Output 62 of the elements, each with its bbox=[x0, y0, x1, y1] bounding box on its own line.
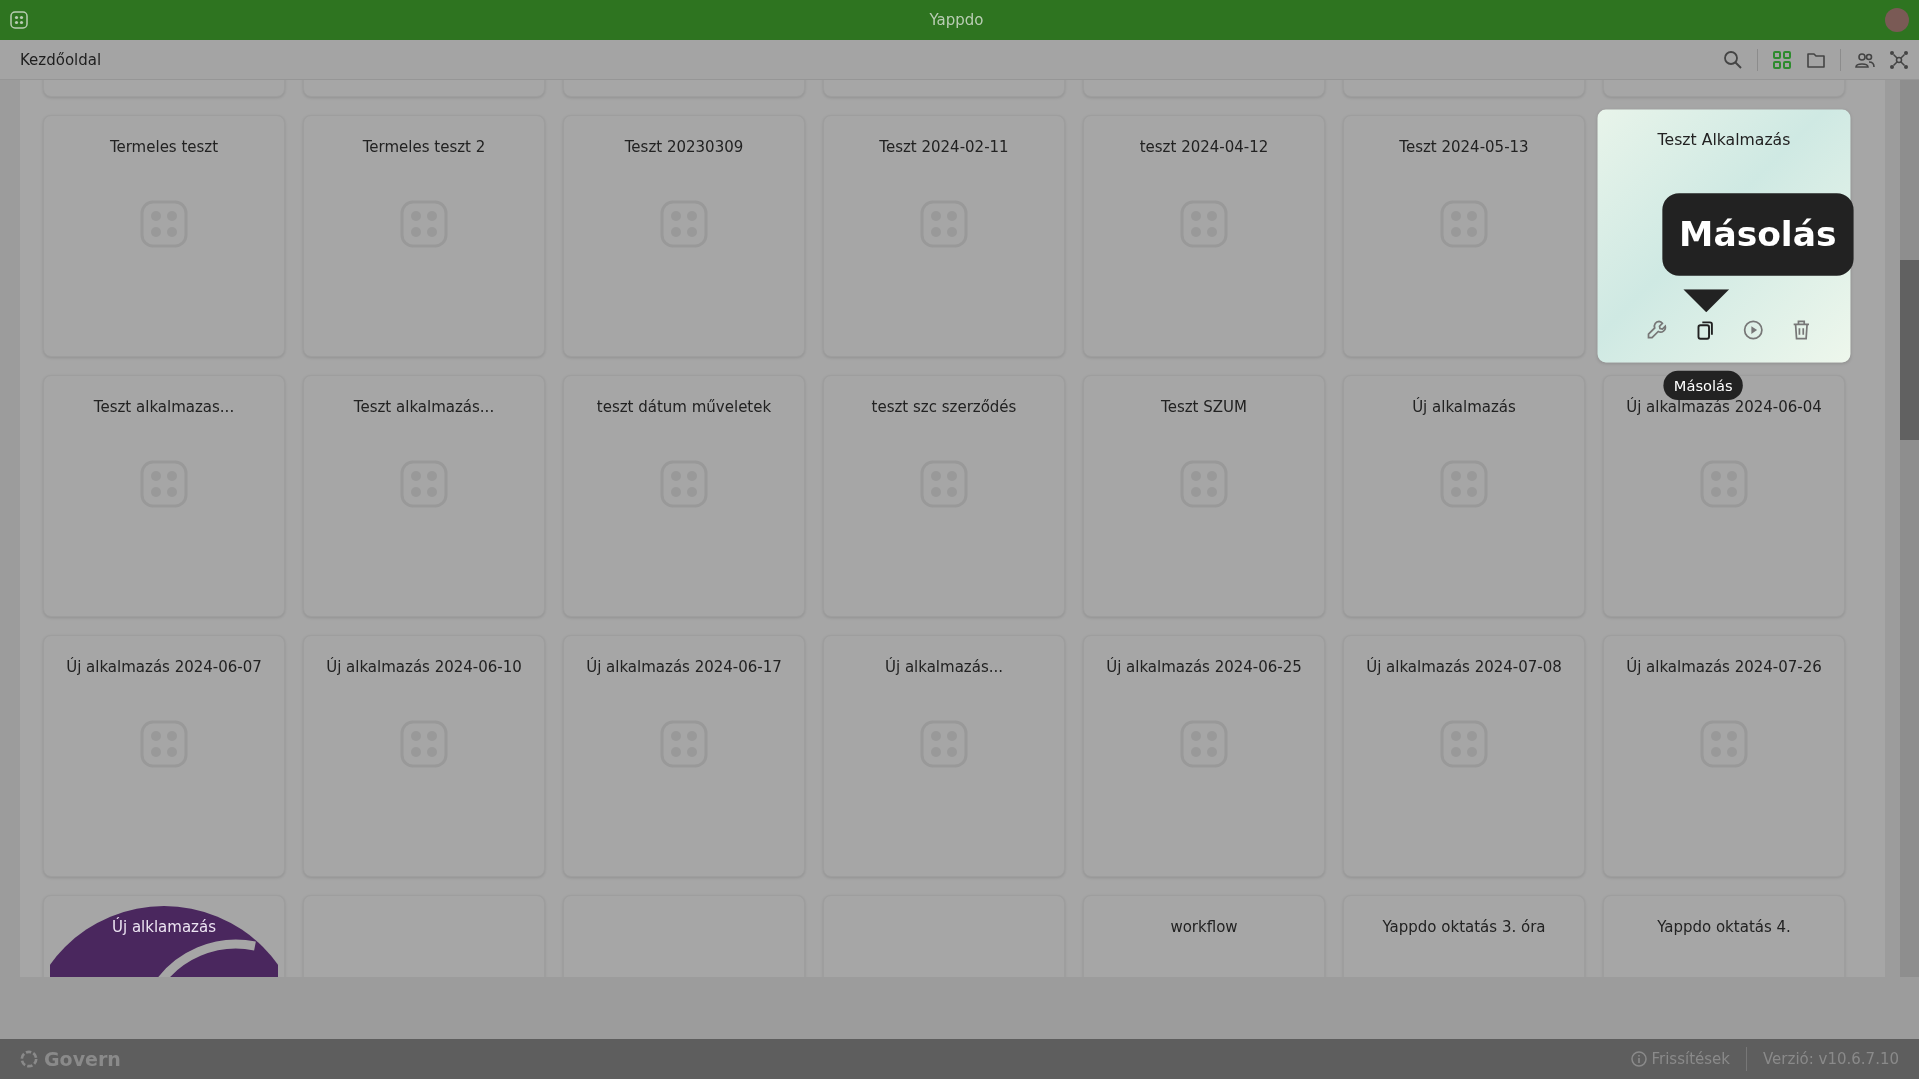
app-title: Új alkalmazás 2024-06-10 bbox=[326, 658, 522, 676]
app-card[interactable]: Teszt SZUM bbox=[1083, 375, 1325, 617]
app-card[interactable]: Új alkalmazás... bbox=[823, 635, 1065, 877]
app-card[interactable]: Teszt 20230309 bbox=[563, 115, 805, 357]
app-title: Teszt SZUM bbox=[1161, 398, 1247, 416]
app-card[interactable]: Termeles teszt 2 bbox=[303, 115, 545, 357]
app-card[interactable]: Yappdo oktatás 3. óra bbox=[1343, 895, 1585, 977]
app-title: Teszt 2024-05-13 bbox=[1399, 138, 1529, 156]
app-title: Új alkalmazás 2024-06-17 bbox=[586, 658, 782, 676]
app-card[interactable]: Yappdo oktatás 4. bbox=[1603, 895, 1845, 977]
play-icon[interactable] bbox=[1741, 318, 1765, 342]
app-card[interactable]: teszt szc szerződés bbox=[823, 375, 1065, 617]
app-title: Új alkalmazás 2024-07-08 bbox=[1366, 658, 1562, 676]
wrench-icon[interactable] bbox=[1645, 318, 1669, 342]
app-menu-icon[interactable] bbox=[10, 11, 28, 29]
app-title: Termeles teszt bbox=[109, 138, 219, 156]
app-card[interactable]: workflow bbox=[1083, 895, 1325, 977]
app-card[interactable]: Új alkalmazás 2024-06-10 bbox=[303, 635, 545, 877]
app-card[interactable]: Termeles teszt bbox=[43, 115, 285, 357]
network-icon[interactable] bbox=[1889, 49, 1909, 70]
app-title: Yappdo oktatás 3. óra bbox=[1382, 918, 1546, 936]
app-card[interactable]: Új alkalmazás 2024-06-25 bbox=[1083, 635, 1325, 877]
app-card[interactable]: teszt dátum műveletek bbox=[563, 375, 805, 617]
info-icon[interactable] bbox=[1630, 1051, 1647, 1067]
app-title: Teszt 2024-02-11 bbox=[879, 138, 1009, 156]
app-title: Teszt Alkalmazás bbox=[1657, 130, 1791, 150]
app-title: Új alkalmazás 2024-06-07 bbox=[66, 658, 262, 676]
app-card[interactable]: Teszt alkalmazás... bbox=[303, 375, 545, 617]
app-card[interactable]: Új alkalmazás bbox=[1343, 375, 1585, 617]
app-card[interactable]: Új alkalmazás 2024-06-07 bbox=[43, 635, 285, 877]
scrollbar[interactable] bbox=[1900, 80, 1919, 977]
app-card[interactable]: Új alklamazás bbox=[43, 895, 285, 977]
app-title: Új alkalmazás... bbox=[884, 658, 1003, 676]
app-card[interactable]: Új alkalmazás 2024-07-26 bbox=[1603, 635, 1845, 877]
window-title: Yappdo bbox=[929, 11, 984, 29]
app-title: Új alkalmazás 2024-06-04 bbox=[1626, 398, 1822, 416]
app-card[interactable]: teszt 2024-04-12 bbox=[1083, 115, 1325, 357]
app-title: Új alkalmazás bbox=[1412, 398, 1516, 416]
app-card[interactable]: Új alkalmazás 2024-07-08 bbox=[1343, 635, 1585, 877]
app-title: Teszt alkalmazás... bbox=[353, 398, 495, 416]
app-card[interactable]: Teszt 2024-05-13 bbox=[1343, 115, 1585, 357]
app-title: workflow bbox=[1170, 918, 1238, 936]
app-title: Új alkalmazás 2024-07-26 bbox=[1626, 658, 1822, 676]
app-card[interactable]: Teszt 2024-02-11 bbox=[823, 115, 1065, 357]
app-title: teszt 2024-04-12 bbox=[1139, 138, 1269, 156]
tooltip: Másolás bbox=[1663, 370, 1744, 401]
app-title: Új alklamazás bbox=[112, 918, 216, 936]
app-title: teszt dátum műveletek bbox=[596, 398, 772, 416]
search-icon[interactable] bbox=[1723, 49, 1743, 70]
app-card[interactable]: Teszt alkalmazas... bbox=[43, 375, 285, 617]
app-title: teszt szc szerződés bbox=[871, 398, 1017, 416]
app-title: Termeles teszt 2 bbox=[362, 138, 486, 156]
app-title: Új alkalmazás 2024-06-25 bbox=[1106, 658, 1302, 676]
app-card[interactable]: Új alkalmazás 2024-06-17 bbox=[563, 635, 805, 877]
avatar-icon[interactable] bbox=[1885, 8, 1909, 32]
tooltip-arrow-icon bbox=[1683, 289, 1730, 313]
brand-logo-icon bbox=[20, 1050, 38, 1068]
tooltip: Másolás bbox=[1662, 193, 1854, 276]
grid-view-icon[interactable] bbox=[1772, 49, 1792, 70]
app-title: Teszt 20230309 bbox=[624, 138, 744, 156]
app-title: Yappdo oktatás 4. bbox=[1657, 918, 1791, 936]
app-title: Teszt alkalmazas... bbox=[93, 398, 235, 416]
